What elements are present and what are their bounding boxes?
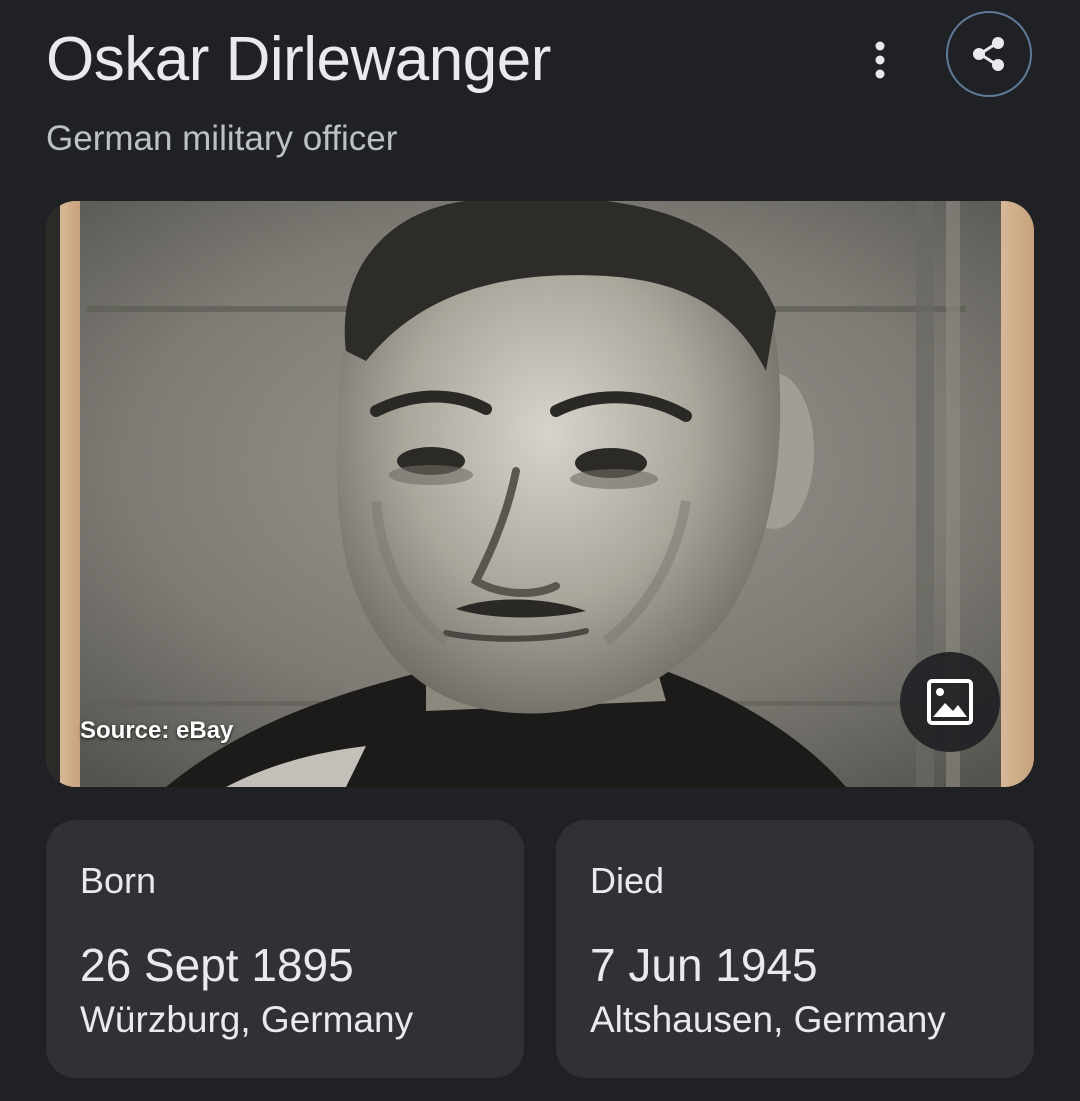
- died-place: Altshausen, Germany: [590, 999, 946, 1040]
- born-label: Born: [80, 860, 157, 901]
- portrait-photo: [46, 201, 1034, 787]
- died-label: Died: [590, 860, 665, 901]
- knowledge-panel-header: Oskar Dirlewanger German military office…: [46, 11, 1036, 188]
- more-options-button[interactable]: [864, 38, 896, 82]
- entity-subtitle: German military officer: [46, 119, 398, 158]
- died-card[interactable]: Died 7 Jun 1945 Altshausen, Germany: [556, 820, 1034, 1078]
- image-icon: [927, 679, 973, 725]
- share-icon: [973, 37, 1004, 71]
- entity-title: Oskar Dirlewanger: [46, 25, 551, 94]
- born-place: Würzburg, Germany: [80, 999, 414, 1040]
- entity-image-card[interactable]: Source: eBay: [46, 201, 1034, 787]
- born-date: 26 Sept 1895: [80, 939, 354, 991]
- born-card[interactable]: Born 26 Sept 1895 Würzburg, Germany: [46, 820, 524, 1078]
- share-button[interactable]: [946, 11, 1032, 97]
- died-date: 7 Jun 1945: [590, 939, 818, 991]
- more-vert-icon: [875, 41, 885, 79]
- view-images-button[interactable]: [900, 652, 1000, 752]
- image-source-label: Source: eBay: [80, 717, 234, 744]
